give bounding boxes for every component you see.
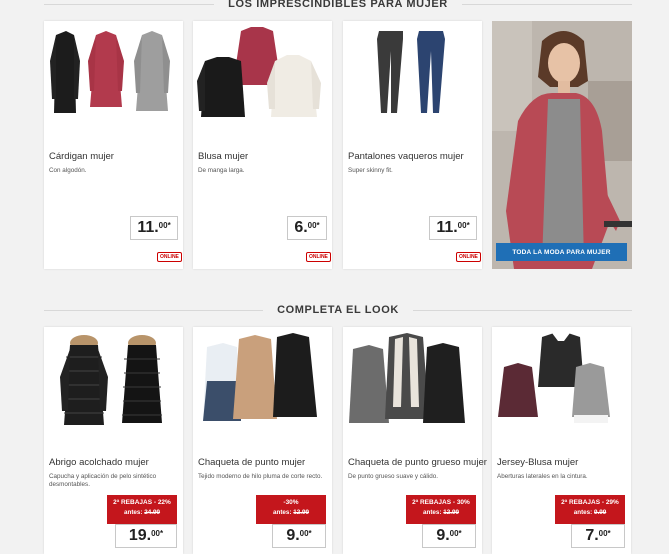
price-box: 11. 00* (429, 216, 477, 240)
sale-old-label: antes: (422, 509, 444, 516)
sale-old-price-line: antes: 12.99 (406, 509, 476, 516)
price-value: 11. (436, 219, 458, 236)
price-cents: 00* (307, 220, 320, 230)
sale-old-label: antes: (272, 509, 294, 516)
product-description: Capucha y aplicación de pelo sintético d… (49, 473, 157, 488)
online-badge: ONLINE (157, 252, 182, 262)
section-title-complete-look: COMPLETA EL LOOK (44, 302, 632, 318)
price-box: 9. 00* (422, 524, 476, 548)
knit-cardigan-image (203, 333, 317, 421)
product-description: Con algodón. (49, 167, 87, 174)
product-name[interactable]: Cárdigan mujer (49, 151, 114, 162)
price-cents: 00* (151, 528, 164, 538)
promo-banner[interactable]: TODA LA MODA PARA MUJER (492, 21, 632, 269)
online-badge: ONLINE (306, 252, 331, 262)
price-cents: 00* (158, 220, 171, 230)
price-value: 19. (128, 527, 152, 544)
model-photo (492, 21, 632, 269)
product-description: Aberturas laterales en la cintura. (497, 473, 588, 480)
product-card-chunky-cardigan[interactable]: Chaqueta de punto grueso mujer De punto … (343, 327, 487, 554)
price-box: 19. 00* (115, 524, 177, 548)
sale-old-price: 12.99 (443, 509, 460, 516)
product-description: De manga larga. (198, 167, 245, 174)
price-value: 6. (294, 219, 308, 236)
price-value: 9. (436, 527, 450, 544)
product-name[interactable]: Abrigo acolchado mujer (49, 457, 149, 468)
padded-coat-image (60, 335, 162, 425)
sale-old-price: 24.99 (144, 509, 161, 516)
promo-button[interactable]: TODA LA MODA PARA MUJER (496, 243, 627, 261)
sale-old-label: antes: (573, 509, 595, 516)
price-cents: 00* (598, 528, 611, 538)
sale-old-price-line: antes: 9.99 (555, 509, 625, 516)
price-value: 11. (137, 219, 159, 236)
product-name[interactable]: Chaqueta de punto mujer (198, 457, 305, 468)
cardigan-image (50, 31, 170, 113)
product-card-padded-coat[interactable]: Abrigo acolchado mujer Capucha y aplicac… (44, 327, 183, 554)
product-description: De punto grueso suave y cálido. (348, 473, 438, 480)
section-title-essentials: LOS IMPRESCINDIBLES PARA MUJER (44, 0, 632, 12)
blouse-image (197, 27, 321, 117)
sale-discount: 2ª REBAJAS - 22% (113, 499, 171, 506)
sale-discount: 2ª REBAJAS - 29% (561, 499, 619, 506)
price-cents: 00* (299, 528, 312, 538)
product-card-blouse[interactable]: Blusa mujer De manga larga. 6. 00* ONLINE (193, 21, 332, 269)
product-card-knit-cardigan[interactable]: Chaqueta de punto mujer Tejido moderno d… (193, 327, 332, 554)
sale-badge: 2ª REBAJAS - 29% antes: 9.99 (555, 495, 625, 524)
sale-old-price-line: antes: 12.99 (256, 509, 326, 516)
sale-discount: 2ª REBAJAS - 30% (412, 499, 470, 506)
price-box: 9. 00* (272, 524, 326, 548)
sale-old-price-line: antes: 24.99 (107, 509, 177, 516)
product-card-jeans[interactable]: Pantalones vaqueros mujer Super skinny f… (343, 21, 482, 269)
price-value: 7. (585, 527, 599, 544)
page: LOS IMPRESCINDIBLES PARA MUJER Cárdigan … (0, 0, 669, 554)
product-name[interactable]: Jersey-Blusa mujer (497, 457, 578, 468)
chunky-cardigan-image (349, 333, 465, 423)
product-name[interactable]: Pantalones vaqueros mujer (348, 151, 464, 162)
product-card-jersey-blouse[interactable]: Jersey-Blusa mujer Aberturas laterales e… (492, 327, 631, 554)
sale-badge: 2ª REBAJAS - 30% antes: 12.99 (406, 495, 476, 524)
price-cents: 00* (449, 528, 462, 538)
online-badge: ONLINE (456, 252, 481, 262)
price-box: 6. 00* (287, 216, 327, 240)
sale-old-price: 9.99 (594, 509, 607, 516)
sale-discount: -30% (283, 499, 299, 506)
product-name[interactable]: Chaqueta de punto grueso mujer (348, 457, 487, 468)
price-box: 11. 00* (130, 216, 178, 240)
jeans-image (377, 31, 445, 113)
sale-old-price: 12.99 (293, 509, 310, 516)
section-title-text: COMPLETA EL LOOK (277, 304, 399, 316)
sale-badge: 2ª REBAJAS - 22% antes: 24.99 (107, 495, 177, 524)
price-box: 7. 00* (571, 524, 625, 548)
price-value: 9. (286, 527, 300, 544)
product-card-cardigan[interactable]: Cárdigan mujer Con algodón. 11. 00* ONLIN… (44, 21, 183, 269)
section-title-text: LOS IMPRESCINDIBLES PARA MUJER (228, 0, 448, 10)
jersey-blouse-image (498, 333, 610, 423)
sale-badge: -30% antes: 12.99 (256, 495, 326, 524)
sale-old-label: antes: (123, 509, 145, 516)
price-cents: 00* (457, 220, 470, 230)
product-description: Super skinny fit. (348, 167, 393, 174)
product-description: Tejido moderno de hilo pluma de corte re… (198, 473, 323, 480)
product-name[interactable]: Blusa mujer (198, 151, 248, 162)
